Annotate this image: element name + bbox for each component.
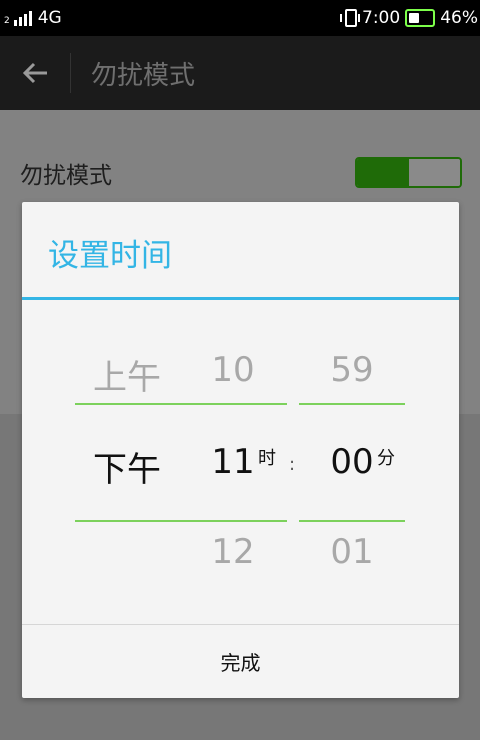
done-button[interactable]: 完成 <box>22 625 459 698</box>
dialog-title: 设置时间 <box>48 238 172 274</box>
time-picker-dialog: 设置时间 上午 下午 10 11 时 12 : 59 00 分 01 完成 <box>22 202 459 698</box>
vibrate-icon <box>340 9 361 27</box>
ampm-current[interactable]: 下午 <box>74 442 180 491</box>
minute-next[interactable]: 01 <box>299 532 405 572</box>
toggle-knob <box>409 159 460 186</box>
do-not-disturb-toggle[interactable] <box>355 157 462 188</box>
selection-line-bottom-right <box>299 520 405 522</box>
arrow-left-icon <box>22 62 47 84</box>
status-right: 7:00 46% <box>340 8 478 28</box>
status-bar: 2 4G 7:00 46% <box>0 0 480 36</box>
signal-icon: 2 <box>4 10 32 26</box>
do-not-disturb-label: 勿扰模式 <box>20 163 112 189</box>
clock: 7:00 <box>362 8 401 28</box>
minute-unit: 分 <box>377 448 395 469</box>
time-separator: : <box>289 454 296 475</box>
hour-next[interactable]: 12 <box>180 532 286 572</box>
selection-line-top-right <box>299 403 405 405</box>
toggle-on-segment <box>357 159 409 186</box>
battery-icon <box>405 9 436 27</box>
battery-percent: 46% <box>440 8 478 28</box>
hour-unit: 时 <box>258 448 276 469</box>
battery-level-fill <box>409 13 420 23</box>
selection-line-top-left <box>75 403 287 405</box>
back-button[interactable] <box>0 36 70 110</box>
network-type: 4G <box>37 8 62 28</box>
minute-prev[interactable]: 59 <box>299 350 405 390</box>
action-bar-divider <box>70 53 71 93</box>
dialog-title-divider <box>22 297 459 300</box>
status-left: 2 4G <box>4 8 62 28</box>
ampm-prev[interactable]: 上午 <box>74 350 180 399</box>
action-bar: 勿扰模式 <box>0 36 480 110</box>
hour-prev[interactable]: 10 <box>180 350 286 390</box>
page-title: 勿扰模式 <box>91 60 196 91</box>
sim-slot: 2 <box>4 16 10 26</box>
selection-line-bottom-left <box>75 520 287 522</box>
